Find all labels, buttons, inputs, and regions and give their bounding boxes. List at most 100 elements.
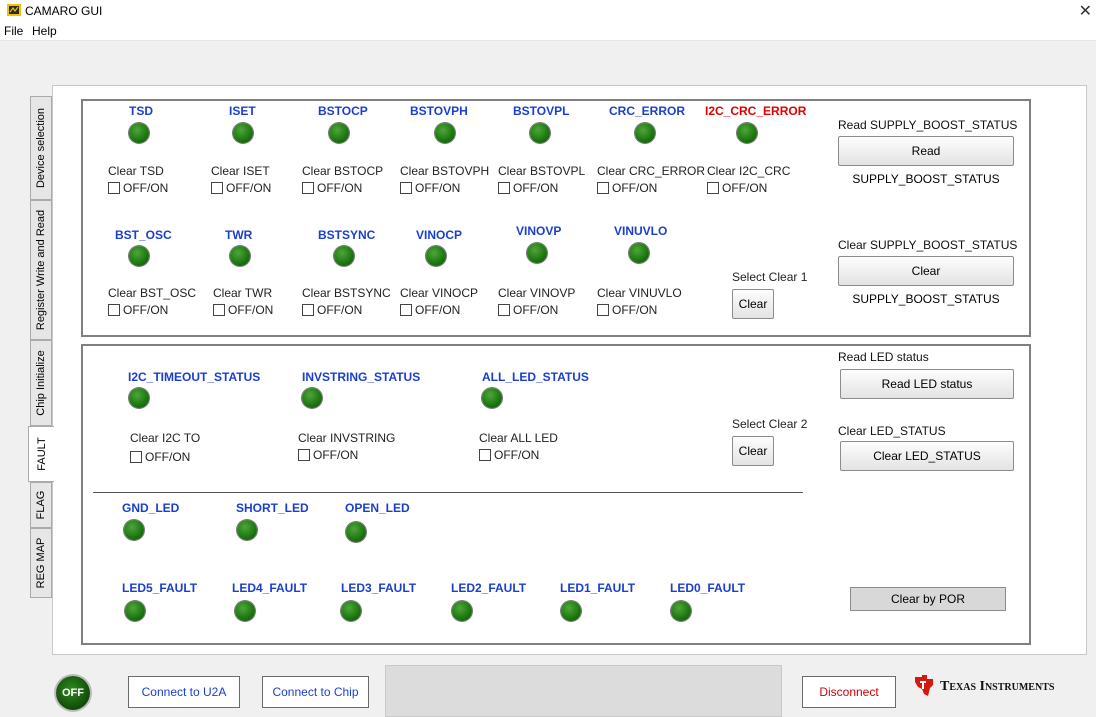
connect-chip-button[interactable]: Connect to Chip (262, 676, 369, 708)
tab-flag[interactable]: FLAG (30, 482, 52, 528)
clear-i2c-to-label: Clear I2C TO (130, 431, 201, 445)
twr-led (230, 246, 250, 266)
all-led-status-led (482, 388, 502, 408)
bst-osc-led (129, 246, 149, 266)
clear-i2c-crc-label: Clear I2C_CRC (707, 164, 791, 178)
led1-fault-label: LED1_FAULT (560, 581, 636, 595)
short-led-label: SHORT_LED (236, 501, 309, 515)
clear-tsd-label: Clear TSD (108, 164, 164, 178)
menu-help[interactable]: Help (32, 24, 57, 38)
read-supply-boost-label: Read SUPPLY_BOOST_STATUS (838, 118, 1018, 132)
clear-bstovpl-label: Clear BSTOVPL (498, 164, 586, 178)
clear-crc-error-checkbox[interactable]: OFF/ON (597, 181, 657, 195)
invstring-status-led (302, 388, 322, 408)
clear-bstovph-checkbox[interactable]: OFF/ON (400, 181, 460, 195)
i2c-crc-error-label: I2C_CRC_ERROR (705, 104, 807, 118)
clear-led-status-button[interactable]: Clear LED_STATUS (840, 441, 1014, 471)
led3-fault-label: LED3_FAULT (341, 581, 417, 595)
bstovph-led (435, 123, 455, 143)
bstovpl-led (530, 123, 550, 143)
i2c-timeout-status-label: I2C_TIMEOUT_STATUS (128, 370, 261, 384)
led1-fault-led (561, 601, 581, 621)
clear-bstovpl-checkbox[interactable]: OFF/ON (498, 181, 558, 195)
clear-all-led-label: Clear ALL LED (479, 431, 558, 445)
clear-all-led-checkbox[interactable]: OFF/ON (479, 448, 539, 462)
close-icon[interactable]: ✕ (1079, 1, 1092, 21)
clear-iset-checkbox[interactable]: OFF/ON (211, 181, 271, 195)
clear-vinocp-checkbox[interactable]: OFF/ON (400, 303, 460, 317)
tab-register-write-read[interactable]: Register Write and Read (30, 200, 52, 340)
invstring-status-label: INVSTRING_STATUS (302, 370, 421, 384)
vinovp-label: VINOVP (516, 224, 562, 238)
tab-device-selection[interactable]: Device selection (30, 96, 52, 200)
menu-file[interactable]: File (4, 24, 23, 38)
clear-twr-checkbox[interactable]: OFF/ON (213, 303, 273, 317)
tab-reg-map[interactable]: REG MAP (30, 528, 52, 598)
open-led-label: OPEN_LED (345, 501, 410, 515)
bstovph-label: BSTOVPH (410, 104, 468, 118)
select-clear-1-label: Select Clear 1 (732, 270, 808, 284)
clear-bstocp-checkbox[interactable]: OFF/ON (302, 181, 362, 195)
tsd-led (129, 123, 149, 143)
clear-crc-error-label: Clear CRC_ERROR (597, 164, 706, 178)
clear-i2c-to-checkbox[interactable]: OFF/ON (130, 450, 190, 464)
clear-twr-label: Clear TWR (213, 286, 273, 300)
led5-fault-led (125, 601, 145, 621)
clear-supply-boost-button[interactable]: Clear SUPPLY_BOOST_STATUS (838, 256, 1014, 306)
open-led-indicator (346, 522, 366, 542)
read-led-status-button[interactable]: Read LED status (840, 369, 1014, 399)
led0-fault-led (671, 601, 691, 621)
iset-led (233, 123, 253, 143)
title-bar: CAMARO GUI ✕ (0, 0, 1096, 22)
vinocp-led (426, 246, 446, 266)
read-supply-boost-button[interactable]: Read SUPPLY_BOOST_STATUS (838, 136, 1014, 186)
clear-vinuvlo-checkbox[interactable]: OFF/ON (597, 303, 657, 317)
led5-fault-label: LED5_FAULT (122, 581, 198, 595)
status-display (385, 665, 782, 717)
bstocp-led (329, 123, 349, 143)
brand-text: Texas Instruments (940, 679, 1055, 694)
power-led[interactable]: OFF (56, 676, 90, 710)
clear-tsd-checkbox[interactable]: OFF/ON (108, 181, 168, 195)
tsd-label: TSD (129, 104, 153, 118)
clear-2-button[interactable]: Clear (732, 436, 774, 466)
led0-fault-label: LED0_FAULT (670, 581, 746, 595)
twr-label: TWR (225, 228, 253, 242)
clear-bstovph-label: Clear BSTOVPH (400, 164, 490, 178)
clear-vinovp-label: Clear VINOVP (498, 286, 576, 300)
clear-vinovp-checkbox[interactable]: OFF/ON (498, 303, 558, 317)
vinocp-label: VINOCP (416, 228, 463, 242)
led2-fault-label: LED2_FAULT (451, 581, 527, 595)
clear-invstring-checkbox[interactable]: OFF/ON (298, 448, 358, 462)
disconnect-button[interactable]: Disconnect (802, 676, 896, 708)
app-icon (7, 4, 21, 16)
bstsync-led (334, 246, 354, 266)
crc-error-label: CRC_ERROR (609, 104, 686, 118)
ti-logo-icon (915, 675, 933, 696)
read-led-status-label: Read LED status (838, 350, 929, 364)
clear-invstring-label: Clear INVSTRING (298, 431, 396, 445)
clear-1-button[interactable]: Clear (732, 289, 774, 319)
tab-fault[interactable]: FAULT (28, 426, 54, 482)
gnd-led-label: GND_LED (122, 501, 180, 515)
connect-u2a-button[interactable]: Connect to U2A (128, 676, 240, 708)
clear-bstsync-checkbox[interactable]: OFF/ON (302, 303, 362, 317)
led2-fault-led (452, 601, 472, 621)
menu-bar: File Help (0, 22, 1096, 41)
vinovp-led (527, 243, 547, 263)
led3-fault-led (341, 601, 361, 621)
crc-error-led (635, 123, 655, 143)
bstocp-label: BSTOCP (318, 104, 368, 118)
clear-bst-osc-checkbox[interactable]: OFF/ON (108, 303, 168, 317)
led4-fault-led (235, 601, 255, 621)
gnd-led-indicator (124, 520, 144, 540)
i2c-timeout-status-led (129, 388, 149, 408)
clear-vinuvlo-label: Clear VINUVLO (597, 286, 682, 300)
vinuvlo-label: VINUVLO (614, 224, 668, 238)
clear-by-por-button[interactable]: Clear by POR (850, 587, 1006, 611)
tab-chip-initialize[interactable]: Chip Initialize (30, 340, 52, 426)
clear-iset-label: Clear ISET (211, 164, 270, 178)
clear-vinocp-label: Clear VINOCP (400, 286, 479, 300)
divider (93, 492, 803, 493)
clear-i2c-crc-checkbox[interactable]: OFF/ON (707, 181, 767, 195)
